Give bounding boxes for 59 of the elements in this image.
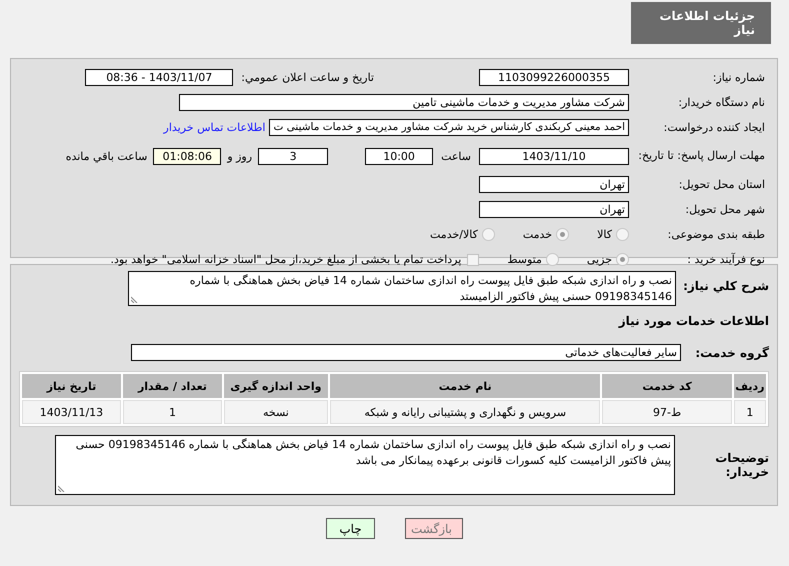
field-label: شرح کلي نياز: xyxy=(682,278,769,293)
back-button[interactable]: بازگشت xyxy=(405,518,463,539)
column-header: تاریخ نیاز xyxy=(22,374,121,398)
section-heading: اطلاعات خدمات مورد نیاز xyxy=(617,314,769,328)
radio-label: خدمت xyxy=(522,228,552,241)
city-field: تهران xyxy=(479,201,629,218)
table-cell: 1 xyxy=(734,400,766,424)
table-cell: 1 xyxy=(122,400,222,424)
remaining-time-field: 01:08:06 xyxy=(153,148,222,164)
need-number-field: 1103099226000355 xyxy=(479,69,629,86)
province-field: تهران xyxy=(479,176,629,193)
field-label: شهر محل تحویل: xyxy=(684,203,766,216)
field-label: مهلت ارسال پاسخ: تا تاریخ: xyxy=(637,149,766,163)
table-cell: ط-97 xyxy=(602,400,732,424)
radio-label: كالا/خدمت xyxy=(430,228,478,241)
table-cell: سرویس و نگهداری و پشتیبانی رایانه و شبکه xyxy=(330,400,600,424)
field-label: نوع فرآیند خرید : xyxy=(686,253,766,266)
field-label: روز و xyxy=(227,150,252,162)
column-header: ردیف xyxy=(734,374,766,398)
summary-field: نصب و راه اندازی شبکه طبق فایل پیوست راه اندازی ساختمان شماره 14 فیاض بخش هماهنگی با شماره 09198345146 حسنی پیش فاکتور الزامیستد xyxy=(128,271,676,306)
announce-date-field: 1403/11/07 - 08:36 xyxy=(85,69,234,86)
column-header: نام خدمت xyxy=(330,374,600,398)
deadline-time-field: 10:00 xyxy=(365,148,434,164)
radio-button[interactable] xyxy=(616,228,629,241)
print-button[interactable]: چاپ xyxy=(326,518,375,539)
field-label: استان محل تحویل: xyxy=(678,178,766,191)
column-header: کد خدمت xyxy=(602,374,732,398)
resize-grip-icon[interactable] xyxy=(58,484,66,492)
service-group-field: سایر فعالیت‌های خدماتی xyxy=(131,344,681,361)
field-label: طبقه بندی موضوعی: xyxy=(666,228,766,241)
table-cell: 1403/11/13 xyxy=(22,400,121,424)
field-label: ساعت باقي مانده xyxy=(66,150,148,162)
radio-button[interactable] xyxy=(556,228,570,241)
radio-button[interactable] xyxy=(482,228,495,241)
days-field: 3 xyxy=(258,148,328,164)
field-label: ایجاد کننده درخواست: xyxy=(662,121,766,134)
field-label: نام دستگاه خریدار: xyxy=(677,96,766,109)
deadline-date-field: 1403/11/10 xyxy=(479,148,629,164)
table-cell: نسخه xyxy=(224,400,328,424)
creator-field: احمد معینی کربکندی کارشناس خرید شرکت مشاور مدیریت و خدمات ماشینی ت xyxy=(269,119,629,136)
radio-label: جزیی xyxy=(586,253,612,266)
field-label: توضیحات خریدار: xyxy=(714,451,769,479)
field-label: ساعت xyxy=(441,150,471,162)
page-title: جزئیات اطلاعات نیاز xyxy=(631,2,771,44)
resize-grip-icon[interactable] xyxy=(131,295,139,303)
buyer-field: شرکت مشاور مدیریت و خدمات ماشینی تامین xyxy=(179,94,629,111)
column-header: تعداد / مقدار xyxy=(122,374,222,398)
contact-link[interactable]: اطلاعات تماس خریدار xyxy=(164,121,266,134)
radio-button[interactable] xyxy=(546,253,559,266)
field-label: شماره نیاز: xyxy=(712,71,766,84)
radio-label: كالا xyxy=(597,228,612,241)
checkbox-label: پرداخت تمام یا بخشی از مبلغ خرید،از محل "اسناد خزانه اسلامی" خواهد بود. xyxy=(110,253,462,266)
radio-label: متوسط xyxy=(507,253,542,266)
field-label: گروه خدمت: xyxy=(694,346,769,360)
checkbox[interactable] xyxy=(467,254,480,266)
radio-button[interactable] xyxy=(616,253,629,266)
notes-field: نصب و راه اندازی شبکه طبق فایل پیوست راه اندازی ساختمان شماره 14 فیاض بخش هماهنگی با شماره 09198345146 حسنی پیش فاکتور الزامیست کلیه کسورات قانونی برعهده پیمانکار می باشد xyxy=(55,435,675,495)
column-header: واحد اندازه گیری xyxy=(224,374,328,398)
field-label: تاریخ و ساعت اعلان عمومي: xyxy=(241,71,374,84)
